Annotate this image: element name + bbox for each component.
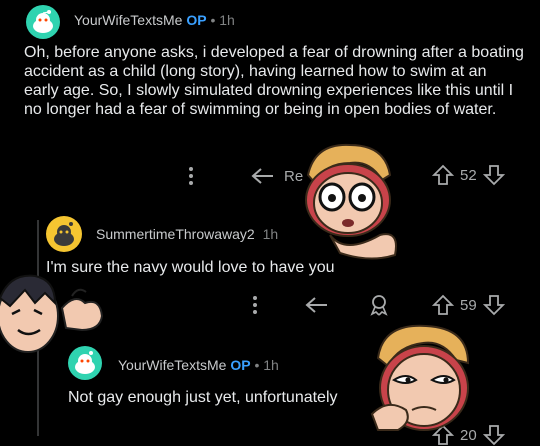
op-badge: OP xyxy=(186,12,207,28)
blonde-character-sticker-bottom xyxy=(370,324,470,431)
award-button[interactable] xyxy=(368,294,390,316)
comment-body: Not gay enough just yet, unfortunately xyxy=(68,389,338,406)
comment-time: 1h xyxy=(219,12,235,28)
upvote-icon[interactable] xyxy=(432,294,454,316)
reply-arrow-icon xyxy=(305,297,327,313)
comment-body: Oh, before anyone asks, i developed a fe… xyxy=(24,44,524,118)
comment-time: 1h xyxy=(262,226,279,242)
more-options-button[interactable] xyxy=(188,166,194,186)
comment-header: SummertimeThrowaway2 1h xyxy=(96,226,278,242)
username[interactable]: YourWifeTextsMe xyxy=(74,12,182,28)
username[interactable]: YourWifeTextsMe xyxy=(118,357,226,373)
vote-controls: 52 xyxy=(432,164,505,186)
snoo-avatar-icon xyxy=(46,216,82,252)
upvote-icon[interactable] xyxy=(432,164,454,186)
reply-button[interactable] xyxy=(304,295,330,315)
snoo-avatar-icon xyxy=(26,5,60,39)
downvote-icon[interactable] xyxy=(482,164,505,186)
downvote-icon[interactable] xyxy=(482,424,505,446)
blonde-character-sticker-top xyxy=(305,143,397,260)
award-icon xyxy=(370,295,388,316)
separator-dot: • xyxy=(210,12,216,28)
username[interactable]: SummertimeThrowaway2 xyxy=(96,226,255,242)
more-options-button[interactable] xyxy=(252,295,258,315)
comment-time: 1h xyxy=(263,357,279,373)
vote-count: 59 xyxy=(460,296,477,314)
op-badge: OP xyxy=(230,357,251,373)
reply-arrow-icon xyxy=(251,168,273,184)
avatar[interactable] xyxy=(46,216,82,252)
comment-header: YourWifeTextsMe OP • 1h xyxy=(118,357,279,373)
vote-count: 52 xyxy=(460,166,477,184)
more-options-icon xyxy=(253,296,257,314)
separator-dot: • xyxy=(254,357,260,373)
downvote-icon[interactable] xyxy=(482,294,505,316)
vote-controls: 59 xyxy=(432,294,505,316)
dark-hair-character-sticker xyxy=(0,274,104,353)
more-options-icon xyxy=(189,167,193,185)
comment-header: YourWifeTextsMe OP • 1h xyxy=(74,12,235,28)
avatar[interactable] xyxy=(26,5,60,39)
comment-body: I'm sure the navy would love to have you xyxy=(46,259,335,276)
